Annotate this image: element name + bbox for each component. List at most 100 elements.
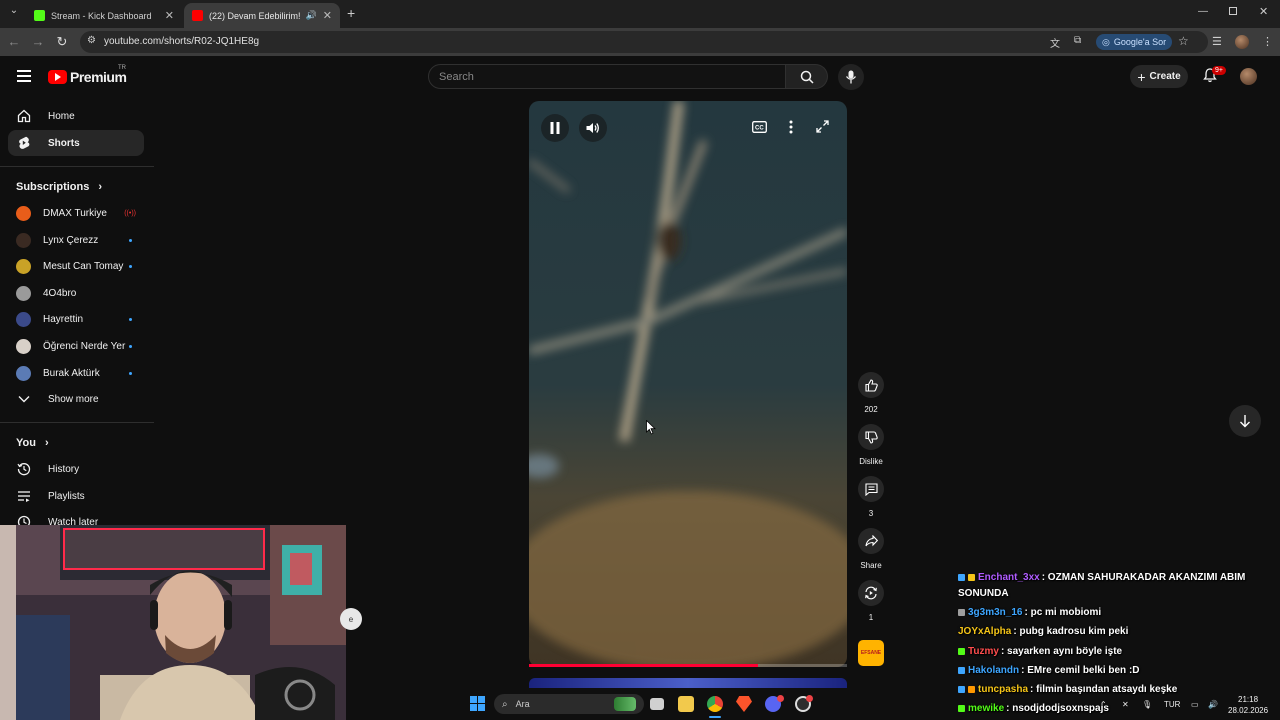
tab-title: (22) Devam Edebilirim! #sh [209, 10, 303, 21]
reading-list-icon[interactable]: ☰ [1212, 35, 1222, 48]
dislike-label: Dislike [859, 457, 883, 466]
search-button[interactable] [786, 64, 828, 89]
omnibox[interactable]: ⚙ youtube.com/shorts/R02-JQ1HE8g 文 ⧉ ◎ G… [80, 31, 1208, 53]
install-app-icon[interactable]: ⧉ [1074, 35, 1081, 46]
dislike-button[interactable] [858, 424, 884, 450]
mic-muted-icon[interactable]: ✕ [1122, 700, 1129, 709]
tab-youtube-short[interactable]: (22) Devam Edebilirim! #sh 🔊 ✕ [184, 3, 340, 28]
mouse-cursor-icon [646, 420, 656, 435]
sidebar-divider [0, 422, 154, 423]
chrome-icon[interactable] [707, 696, 723, 712]
shorts-video-player[interactable] [529, 101, 847, 667]
microphone-tray-icon[interactable]: 🎙 [1142, 700, 1152, 709]
voice-search-button[interactable] [838, 64, 864, 90]
next-video-button[interactable] [1229, 405, 1261, 437]
history-icon [10, 462, 38, 476]
chat-username: Tuzmy [968, 646, 999, 657]
search-highlight-icon [614, 697, 636, 711]
channel-name: Burak Aktürk [43, 367, 100, 379]
sidebar-item-dmax-turkiye[interactable]: DMAX Turkiye ((•)) [8, 200, 144, 226]
remix-button[interactable] [858, 580, 884, 606]
volume-button[interactable] [579, 114, 607, 142]
subscriptions-heading[interactable]: Subscriptions › [16, 181, 102, 193]
sidebar-item-history[interactable]: History [8, 456, 144, 482]
share-button[interactable] [858, 528, 884, 554]
account-avatar[interactable] [1240, 68, 1257, 85]
chat-message: Enchant_3xx: OZMAN SAHURAKADAR AKANZIMI … [958, 570, 1276, 602]
logo-text: Premium [70, 69, 127, 85]
show-more-button[interactable]: Show more [8, 386, 144, 412]
restore-icon[interactable] [1229, 7, 1237, 15]
file-explorer-icon[interactable] [678, 696, 694, 712]
windows-search-box[interactable]: ⌕ Ara [494, 694, 644, 714]
minimize-icon[interactable]: — [1198, 6, 1208, 17]
like-button[interactable] [858, 372, 884, 398]
next-short-preview[interactable] [529, 678, 847, 688]
back-icon[interactable]: ← [6, 34, 22, 49]
sidebar-item-burak-akturk[interactable]: Burak Aktürk [8, 360, 144, 386]
search-input[interactable] [429, 65, 785, 88]
sidebar-item-label: Playlists [48, 490, 85, 502]
display-icon[interactable]: ▭ [1191, 700, 1199, 709]
more-options-icon[interactable] [789, 120, 793, 134]
chat-username: JOYxAlpha [958, 626, 1012, 637]
youtube-premium-logo[interactable]: Premium TR [48, 65, 127, 85]
video-progress-bar[interactable] [529, 664, 847, 667]
pause-button[interactable] [541, 114, 569, 142]
windows-taskbar [346, 690, 1280, 720]
audio-playing-icon[interactable]: 🔊 [306, 10, 317, 21]
sidebar-item-mesut-can-tomay[interactable]: Mesut Can Tomay [8, 253, 144, 279]
sidebar-item-hayrettin[interactable]: Hayrettin [8, 306, 144, 332]
sidebar-item-home[interactable]: Home [8, 103, 144, 129]
channel-avatar [16, 311, 31, 327]
sound-channel-thumbnail[interactable]: EFSANE [858, 640, 884, 666]
search-icon: ⌕ [502, 698, 508, 710]
lens-icon: ◎ [1102, 36, 1110, 47]
sidebar-item-shorts[interactable]: Shorts [8, 130, 144, 156]
create-button[interactable]: + Create [1130, 65, 1188, 88]
you-heading[interactable]: You › [16, 437, 49, 449]
url-text[interactable]: youtube.com/shorts/R02-JQ1HE8g [104, 36, 259, 47]
system-clock[interactable]: 21:18 28.02.2026 [1228, 694, 1268, 716]
channel-avatar [16, 338, 31, 354]
profile-avatar[interactable] [1235, 35, 1249, 49]
sidebar-item-4o4bro[interactable]: 4O4bro [8, 280, 144, 306]
tab-kick-dashboard[interactable]: Stream - Kick Dashboard ✕ [26, 3, 182, 28]
translate-icon[interactable]: 文 [1050, 35, 1060, 50]
forward-icon[interactable]: → [30, 34, 46, 49]
hamburger-menu-icon[interactable] [17, 70, 31, 82]
bookmark-star-icon[interactable]: ☆ [1178, 34, 1189, 48]
reload-icon[interactable]: ↻ [54, 34, 70, 50]
channel-name: 4O4bro [43, 287, 77, 299]
windows-start-icon[interactable] [470, 696, 485, 711]
fullscreen-icon[interactable] [816, 120, 829, 133]
tab-search-button[interactable]: ⌄ [6, 5, 22, 16]
ask-google-button[interactable]: ◎ Google'a Sor [1096, 34, 1173, 50]
subscriptions-title: Subscriptions [16, 181, 90, 193]
comment-count: 3 [868, 509, 874, 518]
chat-badge-icon [958, 647, 965, 655]
chat-text: : EMre cemil belki ben :D [1021, 665, 1140, 676]
new-content-dot [129, 317, 132, 321]
shorts-icon [10, 136, 38, 150]
close-tab-icon[interactable]: ✕ [323, 9, 332, 22]
search-icon [800, 70, 814, 84]
close-tab-icon[interactable]: ✕ [165, 9, 174, 22]
sidebar-item-ogrenci-nerde-yer[interactable]: Öğrenci Nerde Yer [8, 333, 144, 359]
close-window-icon[interactable]: ✕ [1259, 5, 1268, 18]
input-language[interactable]: TUR [1164, 700, 1180, 709]
new-tab-button[interactable]: + [347, 5, 355, 21]
chat-message: JOYxAlpha: pubg kadrosu kim peki [958, 624, 1276, 640]
speaker-icon[interactable]: 🔊 [1208, 700, 1218, 709]
channel-name: Hayrettin [43, 313, 84, 325]
collapse-webcam-button[interactable]: e [340, 608, 362, 630]
sidebar-item-label: Shorts [48, 137, 80, 149]
sidebar-item-playlists[interactable]: Playlists [8, 483, 144, 509]
comments-button[interactable] [858, 476, 884, 502]
tray-overflow-icon[interactable]: ⌃ [1100, 700, 1107, 709]
captions-icon[interactable]: CC [752, 121, 767, 133]
site-info-icon[interactable]: ⚙ [87, 35, 96, 46]
sidebar-item-lynx-cerezz[interactable]: Lynx Çerezz [8, 227, 144, 253]
chrome-menu-icon[interactable]: ⋮ [1262, 35, 1273, 48]
task-view-icon[interactable] [650, 698, 664, 710]
